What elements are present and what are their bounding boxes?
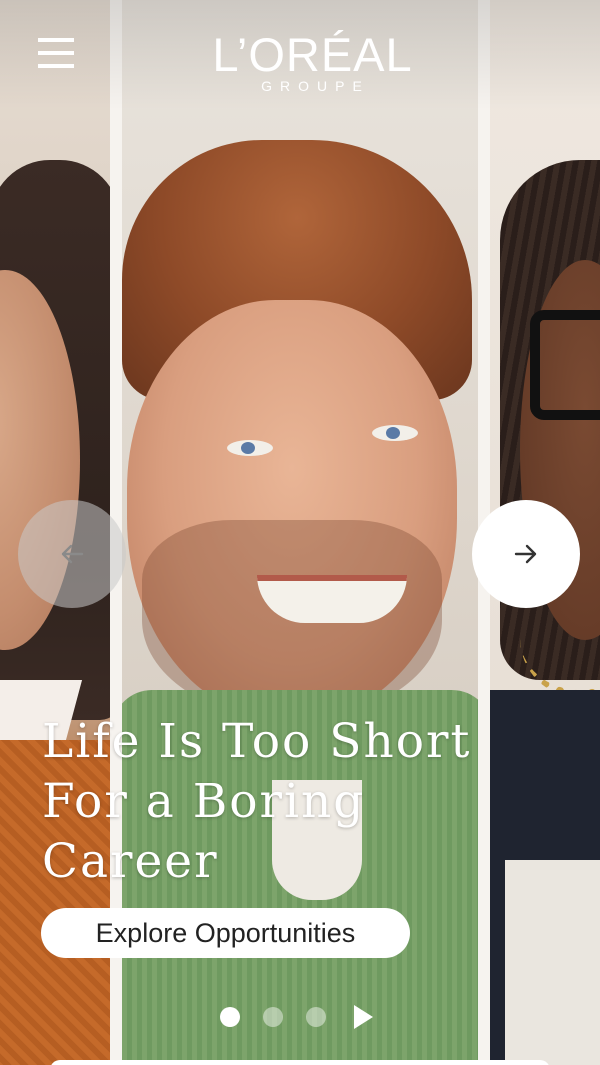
explore-opportunities-button[interactable]: Explore Opportunities [41, 908, 410, 958]
logo-wordmark: L’ORÉAL [212, 28, 413, 81]
carousel-dot-1[interactable] [220, 1007, 240, 1027]
arrow-right-icon [514, 544, 537, 564]
hero-carousel: L’ORÉAL GROUPE Life Is Too Short For a B… [0, 0, 600, 1065]
arrow-left-icon [61, 544, 84, 564]
hero-headline: Life Is Too Short For a Boring Career [42, 714, 472, 889]
portrait-photo-center [122, 0, 478, 1065]
carousel-dot-2[interactable] [263, 1007, 283, 1027]
carousel-prev-button[interactable] [18, 500, 126, 608]
carousel-dot-3[interactable] [306, 1007, 326, 1027]
hamburger-menu-icon[interactable] [36, 36, 76, 72]
brand-logo[interactable]: L’ORÉAL GROUPE [180, 28, 445, 95]
content-card-edge [50, 1060, 550, 1065]
play-icon[interactable] [354, 1005, 373, 1029]
site-header: L’ORÉAL GROUPE [0, 0, 600, 110]
carousel-next-button[interactable] [472, 500, 580, 608]
